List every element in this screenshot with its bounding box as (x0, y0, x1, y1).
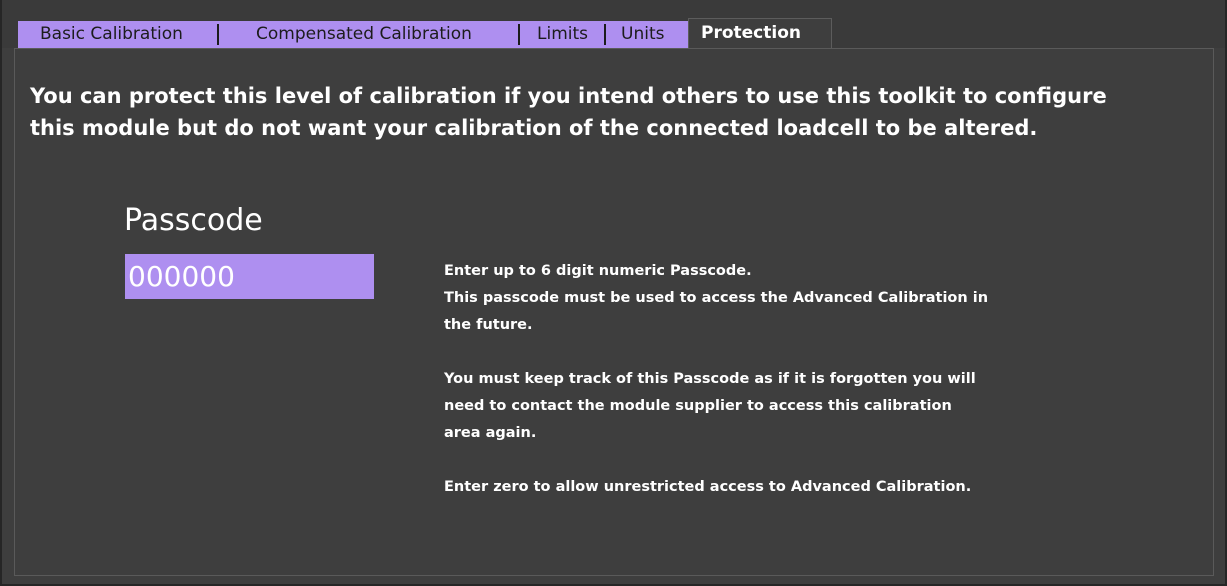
tab-separator (518, 24, 520, 45)
tab-compensated-calibration[interactable]: Compensated Calibration (220, 21, 512, 48)
tab-units[interactable]: Units (607, 21, 688, 48)
tab-label: Limits (537, 24, 588, 44)
help-line: Enter up to 6 digit numeric Passcode. (444, 263, 752, 279)
intro-line: this module but do not want your calibra… (30, 116, 1038, 140)
tab-label: Compensated Calibration (256, 24, 472, 44)
intro-line: You can protect this level of calibratio… (30, 84, 1107, 108)
tab-separator (217, 24, 219, 45)
tab-label: Units (621, 24, 665, 44)
calibration-window: Basic Calibration Compensated Calibratio… (0, 0, 1227, 586)
passcode-label: Passcode (124, 203, 263, 238)
tab-protection[interactable]: Protection (688, 18, 832, 49)
help-line: You must keep track of this Passcode as … (444, 371, 976, 387)
tab-label: Basic Calibration (40, 24, 183, 44)
passcode-help-text: Enter up to 6 digit numeric Passcode. Th… (444, 258, 1144, 501)
protection-intro-text: You can protect this level of calibratio… (30, 80, 1190, 144)
tab-limits[interactable]: Limits (521, 21, 601, 48)
help-line: the future. (444, 317, 533, 333)
help-line: This passcode must be used to access the… (444, 290, 989, 306)
help-line: area again. (444, 425, 537, 441)
passcode-input[interactable] (125, 254, 374, 299)
tab-separator (604, 24, 606, 45)
tab-label: Protection (701, 23, 801, 43)
tab-basic-calibration[interactable]: Basic Calibration (18, 21, 214, 48)
help-line: Enter zero to allow unrestricted access … (444, 479, 972, 495)
tab-strip: Basic Calibration Compensated Calibratio… (0, 0, 1227, 49)
help-line: need to contact the module supplier to a… (444, 398, 952, 414)
